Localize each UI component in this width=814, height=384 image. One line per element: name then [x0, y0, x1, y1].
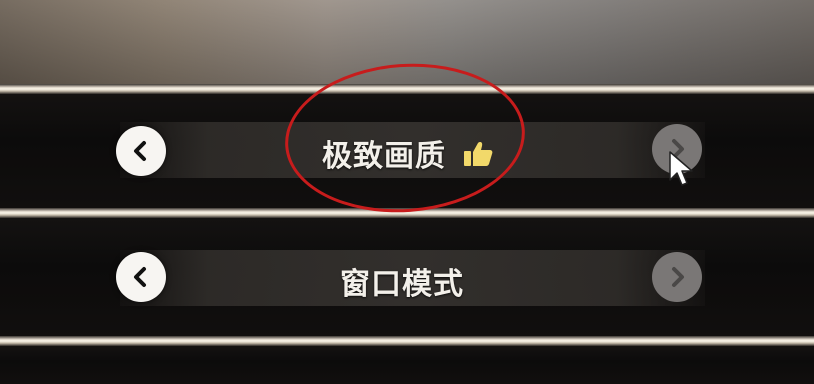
setting-value-label: 窗口模式 [340, 267, 464, 302]
prev-option-button[interactable] [116, 126, 166, 176]
chevron-left-icon [134, 267, 146, 287]
setting-row-partial-band [0, 346, 814, 384]
prev-option-button[interactable] [116, 252, 166, 302]
mouse-cursor-icon [669, 151, 693, 186]
chevron-right-icon [672, 267, 684, 287]
chevron-left-icon [134, 141, 146, 161]
next-option-button[interactable] [652, 252, 702, 302]
divider-line [0, 336, 814, 346]
